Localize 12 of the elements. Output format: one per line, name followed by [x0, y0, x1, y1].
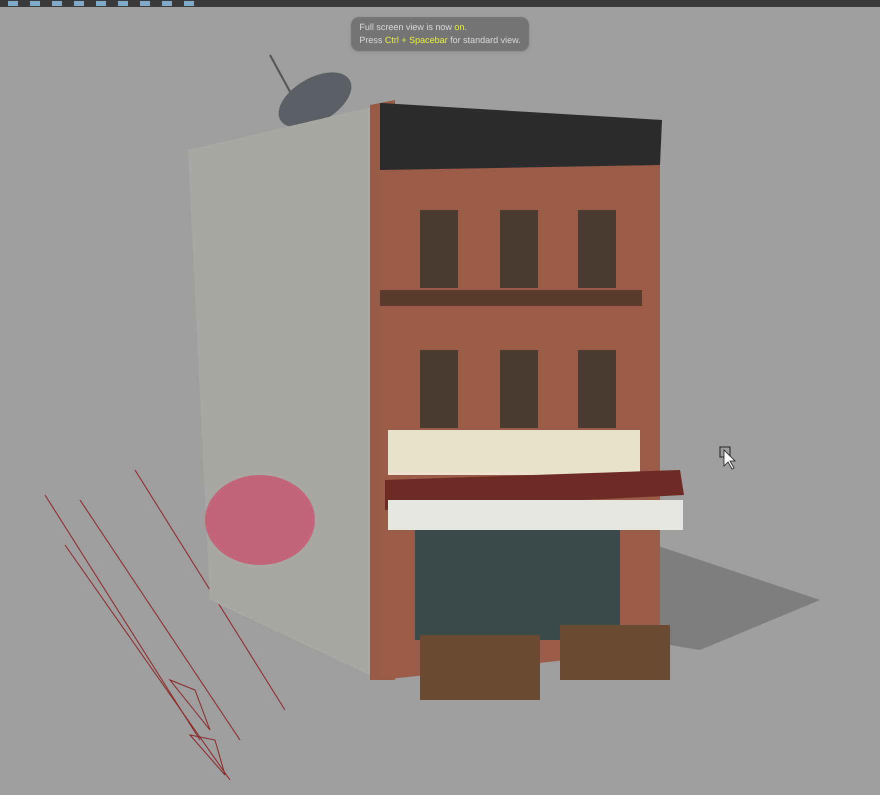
toolbar-icon[interactable]: [140, 1, 150, 6]
toolbar-icon[interactable]: [96, 1, 106, 6]
toolbar-icon[interactable]: [184, 1, 194, 6]
toolbar-icon[interactable]: [30, 1, 40, 6]
toolbar-icon[interactable]: [8, 1, 18, 6]
cursor-icon: [720, 446, 736, 470]
toolbar-icon[interactable]: [118, 1, 128, 6]
toolbar-icon[interactable]: [52, 1, 62, 6]
toolbar-icon[interactable]: [74, 1, 84, 6]
notification-text: Full screen view is now on.: [359, 21, 468, 34]
notification-text: Press Ctrl + Spacebar for standard view.: [359, 34, 521, 47]
toolbar-icon[interactable]: [162, 1, 172, 6]
